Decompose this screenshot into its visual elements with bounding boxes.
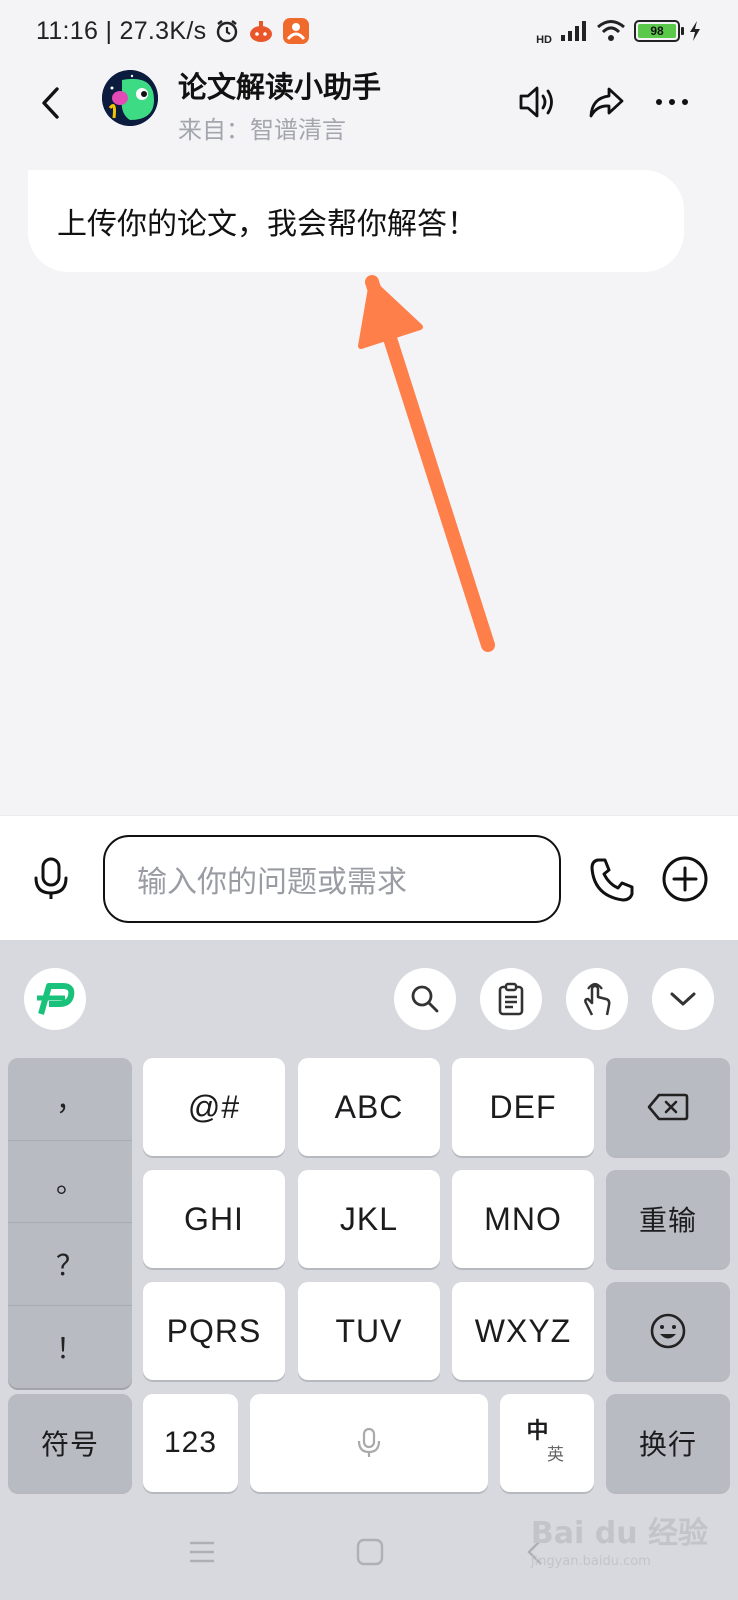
menu-icon[interactable] — [188, 1540, 216, 1564]
key-wxyz[interactable]: WXYZ — [452, 1282, 594, 1380]
key-pqrs[interactable]: PQRS — [143, 1282, 285, 1380]
numbers-key[interactable]: 123 — [143, 1394, 238, 1492]
collapse-keyboard-button[interactable] — [652, 968, 714, 1030]
lang-main-label: 中 — [526, 1419, 550, 1444]
backspace-icon — [647, 1093, 689, 1121]
microphone-icon — [34, 857, 68, 899]
input-bar: 输入你的问题或需求 — [0, 815, 738, 940]
key-def[interactable]: DEF — [452, 1058, 594, 1156]
key-tuv[interactable]: TUV — [298, 1282, 440, 1380]
punctuation-column: ， 。 ？ ！ — [8, 1058, 132, 1388]
emoji-key[interactable] — [606, 1282, 730, 1380]
keyboard-logo-icon — [37, 983, 75, 1015]
watermark-url: jingyan.baidu.com — [530, 1554, 651, 1569]
key-period[interactable]: 。 — [8, 1141, 132, 1223]
microphone-icon — [357, 1427, 381, 1457]
plus-circle-icon — [662, 856, 708, 902]
gesture-button[interactable] — [566, 968, 628, 1030]
key-question[interactable]: ？ — [8, 1223, 132, 1306]
key-mno[interactable]: MNO — [452, 1170, 594, 1268]
keyboard-toolbar — [0, 940, 738, 1058]
keyboard-search-button[interactable] — [394, 968, 456, 1030]
emoji-icon — [650, 1313, 686, 1349]
watermark: Bai du 经验 jingyan.baidu.com — [531, 1508, 708, 1569]
message-input-placeholder: 输入你的问题或需求 — [137, 865, 407, 900]
key-symbols-1[interactable]: @# — [143, 1058, 285, 1156]
space-key[interactable] — [250, 1394, 488, 1492]
enter-key[interactable]: 换行 — [606, 1394, 730, 1492]
message-input[interactable]: 输入你的问题或需求 — [103, 835, 561, 923]
home-icon[interactable] — [356, 1538, 384, 1566]
chevron-down-icon — [670, 992, 696, 1006]
backspace-key[interactable] — [606, 1058, 730, 1156]
annotation-arrow — [358, 275, 495, 652]
language-switch-key[interactable]: 中 英 — [500, 1394, 594, 1492]
watermark-brand: Bai du 经验 — [530, 1516, 708, 1551]
hand-gesture-icon — [584, 982, 611, 1016]
lang-sub-label: 英 — [547, 1445, 565, 1465]
symbols-key[interactable]: 符号 — [8, 1394, 132, 1492]
clipboard-icon — [498, 982, 524, 1016]
keyboard-logo-button[interactable] — [24, 968, 86, 1030]
key-jkl[interactable]: JKL — [298, 1170, 440, 1268]
key-comma[interactable]: ， — [8, 1058, 132, 1141]
clipboard-button[interactable] — [480, 968, 542, 1030]
call-button[interactable] — [588, 856, 636, 904]
phone-icon — [590, 858, 634, 902]
add-attachment-button[interactable] — [660, 854, 710, 904]
voice-input-button[interactable] — [28, 856, 74, 902]
search-icon — [411, 985, 439, 1013]
key-exclamation[interactable]: ！ — [8, 1306, 132, 1389]
key-abc[interactable]: ABC — [298, 1058, 440, 1156]
retype-key[interactable]: 重输 — [606, 1170, 730, 1268]
key-ghi[interactable]: GHI — [143, 1170, 285, 1268]
